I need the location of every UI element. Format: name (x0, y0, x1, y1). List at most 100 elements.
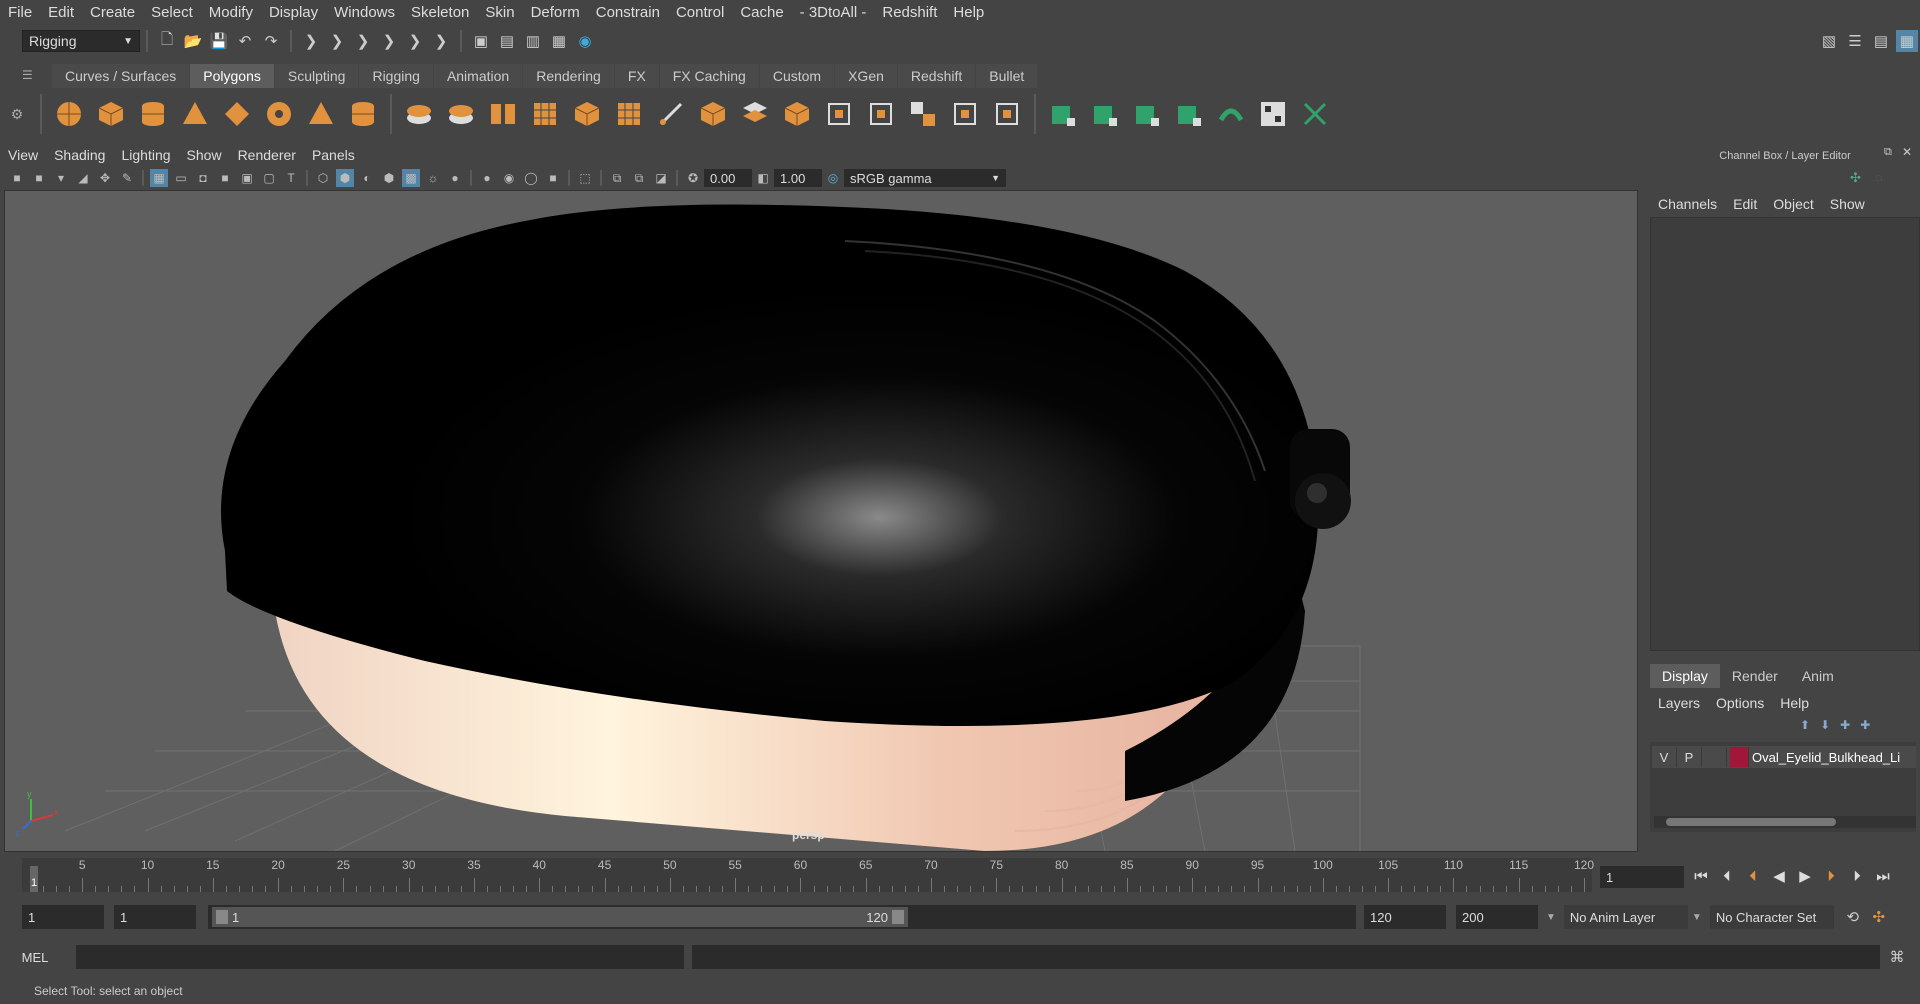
range-slider-bar[interactable]: 1 120 (212, 907, 908, 927)
spherical-uv-icon[interactable] (1172, 97, 1206, 131)
collapse-icon[interactable] (990, 97, 1024, 131)
use-all-lights-icon[interactable]: ▩ (402, 169, 420, 187)
menu-edit[interactable]: Edit (40, 4, 82, 21)
shelf-tab-bullet[interactable]: Bullet (976, 64, 1038, 88)
character-set-dropdown[interactable]: No Character Set (1709, 905, 1834, 929)
bookmark-icon[interactable]: ▾ (52, 169, 70, 187)
layer-menu-options[interactable]: Options (1708, 695, 1772, 711)
channel-box-menu-object[interactable]: Object (1765, 196, 1821, 212)
smooth-icon[interactable] (528, 97, 562, 131)
planar-uv-icon[interactable] (1046, 97, 1080, 131)
viewport-menu-renderer[interactable]: Renderer (230, 147, 304, 163)
extrude-icon[interactable] (612, 97, 646, 131)
range-slider[interactable]: 1 120 (208, 905, 1356, 929)
menu-windows[interactable]: Windows (326, 4, 403, 21)
command-input[interactable] (76, 945, 684, 969)
camera-select-icon[interactable]: ■ (8, 169, 26, 187)
gamma-field[interactable]: 1.00 (774, 169, 822, 187)
range-end-field[interactable]: 200 (1456, 905, 1538, 929)
xray-joints-icon[interactable]: ⧉ (608, 169, 626, 187)
menu-3dtoall[interactable]: - 3DtoAll - (792, 4, 875, 21)
layer-menu-layers[interactable]: Layers (1650, 695, 1708, 711)
snap-grid-icon[interactable]: ❯ (378, 30, 400, 52)
new-empty-layer-icon[interactable]: ✚ (1840, 718, 1850, 732)
channel-box-menu-show[interactable]: Show (1822, 196, 1873, 212)
menu-select[interactable]: Select (143, 4, 201, 21)
open-scene-icon[interactable]: 📂 (182, 30, 204, 52)
attribute-editor-icon[interactable]: ☰ (1844, 30, 1866, 52)
chevron-down-icon[interactable]: ▼ (1692, 912, 1702, 923)
snap-curve-icon[interactable]: ❯ (404, 30, 426, 52)
mirror-icon[interactable] (906, 97, 940, 131)
playback-end-field[interactable]: 120 (1364, 905, 1446, 929)
poly-pipe-icon[interactable] (346, 97, 380, 131)
exposure-field[interactable]: 0.00 (704, 169, 752, 187)
color-management-icon[interactable]: ◎ (824, 169, 842, 187)
shadows-icon[interactable]: ☼ (424, 169, 442, 187)
append-icon[interactable] (822, 97, 856, 131)
channel-box-menu-channels[interactable]: Channels (1650, 196, 1725, 212)
menu-control[interactable]: Control (668, 4, 732, 21)
separate-icon[interactable] (444, 97, 478, 131)
script-editor-icon[interactable]: ⌘ (1886, 946, 1908, 968)
cylindrical-uv-icon[interactable] (1130, 97, 1164, 131)
go-to-end-icon[interactable]: ⏭ (1870, 864, 1896, 888)
anim-layer-dropdown[interactable]: No Anim Layer (1563, 905, 1688, 929)
step-forward-frame-icon[interactable]: ⏵ (1844, 864, 1870, 888)
menu-skeleton[interactable]: Skeleton (403, 4, 477, 21)
poly-cylinder-icon[interactable] (136, 97, 170, 131)
range-handle-end[interactable] (892, 910, 904, 924)
step-back-key-icon[interactable]: ⏴ (1740, 864, 1766, 888)
step-back-frame-icon[interactable]: ⏴ (1714, 864, 1740, 888)
merge-icon[interactable] (738, 97, 772, 131)
multi-cut-icon[interactable] (654, 97, 688, 131)
viewport-menu-view[interactable]: View (0, 147, 46, 163)
layer-list-scrollbar[interactable] (1654, 816, 1916, 828)
play-forwards-icon[interactable]: ▶ (1792, 864, 1818, 888)
grease-pencil-icon[interactable]: ✎ (118, 169, 136, 187)
shelf-tab-polygons[interactable]: Polygons (190, 64, 274, 88)
channel-box-menu-edit[interactable]: Edit (1725, 196, 1765, 212)
go-to-start-icon[interactable]: ⏮ (1688, 864, 1714, 888)
animation-preferences-icon[interactable]: ✣ (1868, 906, 1890, 928)
backface-culling-icon[interactable]: ◪ (652, 169, 670, 187)
shelf-tab-sculpting[interactable]: Sculpting (274, 64, 359, 88)
shelf-tab-animation[interactable]: Animation (433, 64, 523, 88)
shelf-settings-icon[interactable]: ⚙ (0, 106, 34, 123)
new-layer-selected-icon[interactable]: ✚ (1860, 718, 1870, 732)
hypershade-icon[interactable]: ◉ (574, 30, 596, 52)
multisample-icon[interactable]: ◉ (500, 169, 518, 187)
poly-cube-icon[interactable] (94, 97, 128, 131)
menu-constrain[interactable]: Constrain (588, 4, 668, 21)
2d-pan-zoom-icon[interactable]: ✥ (96, 169, 114, 187)
wireframe-icon[interactable]: ⬡ (314, 169, 332, 187)
shelf-tab-xgen[interactable]: XGen (835, 64, 897, 88)
command-language-toggle[interactable]: MEL (0, 950, 70, 965)
cut-uv-icon[interactable] (1298, 97, 1332, 131)
isolate-select-icon[interactable]: ■ (544, 169, 562, 187)
menu-help[interactable]: Help (945, 4, 992, 21)
shelf-tab-custom[interactable]: Custom (759, 64, 835, 88)
close-icon[interactable]: ✕ (1902, 145, 1912, 159)
menu-redshift[interactable]: Redshift (874, 4, 945, 21)
camera-attributes-icon[interactable]: ■ (30, 169, 48, 187)
time-slider[interactable]: 5 10 15 20 25 30 35 40 45 50 55 60 65 70 75 80 85 90 95 100… (22, 858, 1594, 892)
uv-editor-icon[interactable] (1256, 97, 1290, 131)
fill-hole-icon[interactable] (864, 97, 898, 131)
gate-mask-icon[interactable]: ■ (216, 169, 234, 187)
channel-box-toggle-icon[interactable]: ◌ (1875, 170, 1883, 185)
auto-key-icon[interactable]: ⟲ (1842, 906, 1864, 928)
render-settings-icon[interactable]: ▦ (548, 30, 570, 52)
layer-name[interactable]: Oval_Eyelid_Bulkhead_Li (1752, 750, 1900, 765)
perspective-viewport[interactable]: y x z (4, 190, 1638, 852)
depth-of-field-icon[interactable]: ◯ (522, 169, 540, 187)
image-plane-icon[interactable]: ◢ (74, 169, 92, 187)
xray-active-icon[interactable]: ⧉ (630, 169, 648, 187)
combine-icon[interactable] (402, 97, 436, 131)
motion-blur-icon[interactable]: ● (478, 169, 496, 187)
redo-icon[interactable]: ↷ (260, 30, 282, 52)
reduce-icon[interactable] (948, 97, 982, 131)
layer-playback-toggle[interactable]: P (1677, 747, 1702, 767)
render-frame-icon[interactable]: ▤ (496, 30, 518, 52)
range-start-field[interactable]: 1 (22, 905, 104, 929)
